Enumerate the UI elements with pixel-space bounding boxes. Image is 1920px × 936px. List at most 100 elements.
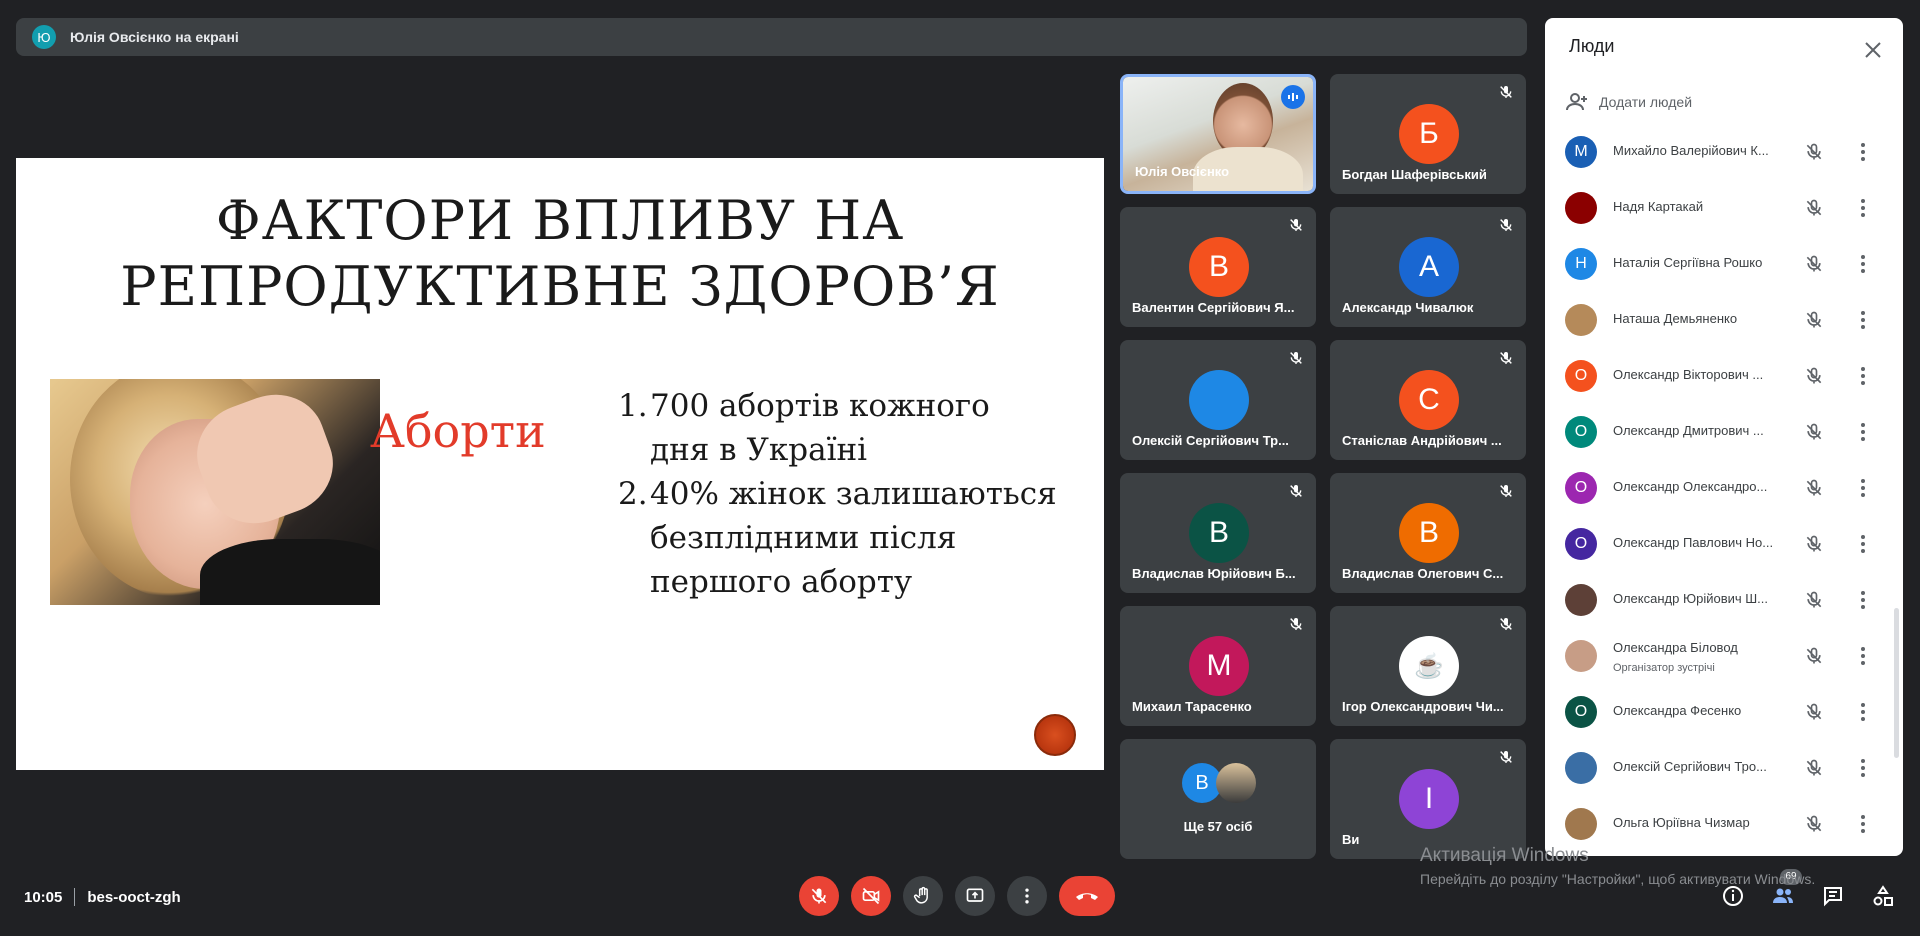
close-icon[interactable]	[1861, 38, 1885, 62]
participant-avatar	[1565, 752, 1597, 784]
participant-avatar: О	[1565, 528, 1597, 560]
more-vert-icon[interactable]	[1851, 196, 1875, 220]
participant-row[interactable]: О Олександр Павлович Но...	[1545, 516, 1903, 572]
more-options-button[interactable]	[1007, 876, 1047, 916]
participant-avatar: О	[1565, 696, 1597, 728]
participant-tile[interactable]: А Александр Чивалюк	[1330, 207, 1526, 327]
participant-name: Наташа Демьяненко	[1613, 311, 1738, 326]
participant-name: Надя Картакай	[1613, 199, 1704, 214]
presenting-text: Юлія Овсієнко на екрані	[70, 29, 239, 45]
mic-off-icon[interactable]	[1804, 758, 1824, 778]
participant-name: Богдан Шаферівський	[1342, 167, 1487, 182]
participant-tile[interactable]: Олексій Сергійович Тр...	[1120, 340, 1316, 460]
mic-off-icon[interactable]	[1804, 142, 1824, 162]
mic-off-icon[interactable]	[1804, 478, 1824, 498]
more-vert-icon[interactable]	[1851, 308, 1875, 332]
add-people-label: Додати людей	[1599, 94, 1693, 110]
mic-off-icon[interactable]	[1804, 702, 1824, 722]
participant-name: Олександр Павлович Но...	[1613, 535, 1774, 550]
participant-name: Наталія Сергіївна Рошко	[1613, 255, 1763, 270]
participant-name: Михайло Валерійович К...	[1613, 143, 1769, 158]
participant-tile[interactable]: М Михаил Тарасенко	[1120, 606, 1316, 726]
activities-icon[interactable]	[1871, 884, 1895, 908]
participant-row[interactable]: О Олександр Вікторович ...	[1545, 348, 1903, 404]
people-icon[interactable]	[1771, 884, 1795, 908]
participant-row[interactable]: О Олександр Дмитрович ...	[1545, 404, 1903, 460]
mic-off-icon	[1500, 86, 1512, 98]
camera-button[interactable]	[851, 876, 891, 916]
speaking-indicator-icon	[1281, 85, 1305, 109]
participant-role: Організатор зустрічі	[1613, 662, 1715, 674]
chat-icon[interactable]	[1821, 884, 1845, 908]
participant-list: М Михайло Валерійович К... Надя Картакай Н Н…	[1545, 124, 1903, 852]
participant-row[interactable]: Наташа Демьяненко	[1545, 292, 1903, 348]
participant-avatar	[1565, 304, 1597, 336]
mic-off-icon[interactable]	[1804, 310, 1824, 330]
participant-tile[interactable]: В Владислав Юрійович Б...	[1120, 473, 1316, 593]
participant-name: Ольга Юріївна Чизмар	[1613, 815, 1750, 830]
more-vert-icon[interactable]	[1851, 812, 1875, 836]
slide-title-line-2: РЕПРОДУКТИВНЕ ЗДОРОВ’Я	[120, 255, 1000, 318]
participant-row[interactable]: Ольга Юріївна Чизмар	[1545, 796, 1903, 852]
add-people-button[interactable]: Додати людей	[1565, 90, 1692, 114]
mic-off-icon	[1290, 485, 1302, 497]
more-vert-icon[interactable]	[1851, 532, 1875, 556]
raise-hand-button[interactable]	[903, 876, 943, 916]
participant-tile[interactable]: В Владислав Олегович С...	[1330, 473, 1526, 593]
more-vert-icon[interactable]	[1851, 364, 1875, 388]
participant-row[interactable]: Олександра Біловод Організатор зустрічі	[1545, 628, 1903, 684]
meeting-time: 10:05	[24, 888, 63, 906]
mic-off-icon[interactable]	[1804, 366, 1824, 386]
watermark-line-2: Перейдіть до розділу "Настройки", щоб ак…	[1420, 871, 1816, 887]
participant-row[interactable]: Надя Картакай	[1545, 180, 1903, 236]
more-vert-icon[interactable]	[1851, 476, 1875, 500]
mic-off-icon	[811, 888, 827, 904]
mic-off-icon[interactable]	[1804, 646, 1824, 666]
hang-up-icon	[1076, 893, 1098, 900]
leave-call-button[interactable]	[1059, 876, 1115, 916]
more-vert-icon[interactable]	[1851, 756, 1875, 780]
participant-avatar: А	[1399, 237, 1459, 297]
more-vert-icon[interactable]	[1851, 700, 1875, 724]
participant-name: Валентин Сергійович Я...	[1132, 300, 1295, 315]
mic-off-icon[interactable]	[1804, 198, 1824, 218]
participant-avatar	[1216, 763, 1256, 803]
participant-list-scrollbar[interactable]	[1894, 608, 1899, 758]
mic-off-icon	[1500, 751, 1512, 763]
participant-tile[interactable]: В Валентин Сергійович Я...	[1120, 207, 1316, 327]
mic-off-icon[interactable]	[1804, 590, 1824, 610]
mic-off-icon[interactable]	[1804, 422, 1824, 442]
mic-off-icon[interactable]	[1804, 534, 1824, 554]
present-button[interactable]	[955, 876, 995, 916]
hand-icon	[913, 886, 928, 904]
participant-row[interactable]: М Михайло Валерійович К...	[1545, 124, 1903, 180]
participant-tile[interactable]: ☕ Ігор Олександрович Чи...	[1330, 606, 1526, 726]
participant-name: Владислав Олегович С...	[1342, 566, 1504, 581]
participant-row[interactable]: Н Наталія Сергіївна Рошко	[1545, 236, 1903, 292]
participant-tile[interactable]: Юлія Овсієнко	[1120, 74, 1316, 194]
participant-row[interactable]: О Олександра Фесенко	[1545, 684, 1903, 740]
microphone-button[interactable]	[799, 876, 839, 916]
participant-avatar: О	[1565, 360, 1597, 392]
mic-off-icon	[1500, 219, 1512, 231]
participant-row[interactable]: О Олександр Олександро...	[1545, 460, 1903, 516]
participant-name: Олександра Фесенко	[1613, 703, 1742, 718]
participant-row[interactable]: Олександр Юрійович Ш...	[1545, 572, 1903, 628]
participant-tile[interactable]: С Станіслав Андрійович ...	[1330, 340, 1526, 460]
more-vert-icon[interactable]	[1851, 140, 1875, 164]
info-icon[interactable]	[1721, 884, 1745, 908]
more-vert-icon[interactable]	[1851, 644, 1875, 668]
more-vert-icon[interactable]	[1851, 588, 1875, 612]
participant-tile[interactable]: І Ви	[1330, 739, 1526, 859]
more-vert-icon[interactable]	[1851, 420, 1875, 444]
slide-title: ФАКТОРИ ВПЛИВУ НА РЕПРОДУКТИВНЕ ЗДОРОВ’Я	[16, 188, 1104, 320]
mic-off-icon[interactable]	[1804, 814, 1824, 834]
participant-avatar: В	[1399, 503, 1459, 563]
mic-off-icon	[1290, 219, 1302, 231]
participant-row[interactable]: Олексій Сергійович Тро...	[1545, 740, 1903, 796]
mic-off-icon[interactable]	[1804, 254, 1824, 274]
participant-avatar	[1565, 192, 1597, 224]
participant-tile[interactable]: Б Богдан Шаферівський	[1330, 74, 1526, 194]
more-vert-icon[interactable]	[1851, 252, 1875, 276]
participant-tile[interactable]: В Ще 57 осіб	[1120, 739, 1316, 859]
